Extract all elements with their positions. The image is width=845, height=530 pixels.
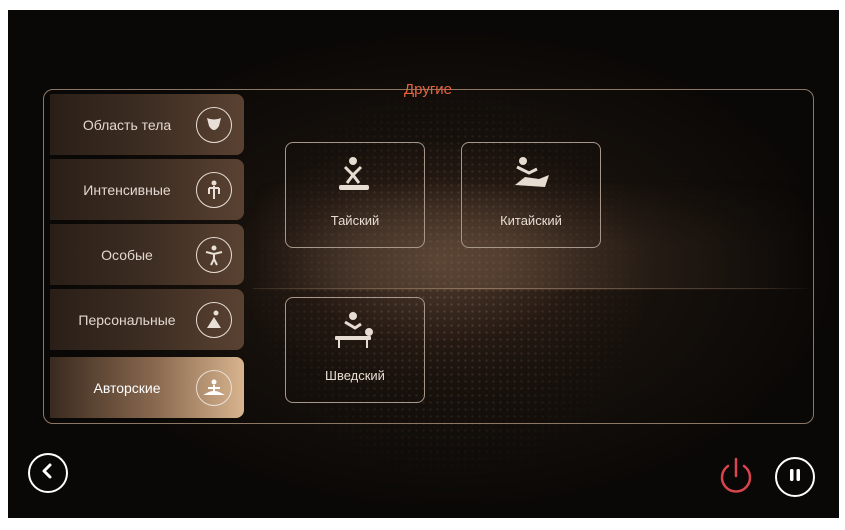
tab-label: Авторские <box>93 379 161 396</box>
program-label: Шведский <box>325 368 385 383</box>
tab-label: Персональные <box>78 311 176 328</box>
tab-authors[interactable]: Авторские <box>50 357 244 418</box>
program-tile-swedish[interactable]: Шведский <box>285 297 425 403</box>
tab-special[interactable]: Особые <box>50 224 244 285</box>
chevron-left-icon <box>39 462 57 485</box>
program-tile-thai[interactable]: Тайский <box>285 142 425 248</box>
tab-body-area[interactable]: Область тела <box>50 94 244 155</box>
thai-massage-icon <box>335 155 375 196</box>
program-label: Тайский <box>330 213 380 228</box>
power-icon <box>714 454 758 503</box>
tab-label: Интенсивные <box>83 181 171 198</box>
swedish-massage-icon <box>331 310 379 353</box>
tab-label: Особые <box>101 246 153 263</box>
pause-icon <box>787 467 803 488</box>
tab-personal[interactable]: Персональные <box>50 289 244 350</box>
human-figure-icon <box>196 171 232 208</box>
program-label: Китайский <box>500 213 562 228</box>
meditation-icon <box>196 369 232 406</box>
pause-button[interactable] <box>775 457 815 497</box>
page-title: Другие <box>403 81 453 98</box>
power-button[interactable] <box>714 456 758 500</box>
screen: Другие Область тела Интенсивные Особые П… <box>8 10 839 518</box>
body-area-icon <box>196 106 232 143</box>
yoga-pose-icon <box>196 301 232 338</box>
tab-label: Область тела <box>82 116 172 133</box>
tab-intensive[interactable]: Интенсивные <box>50 159 244 220</box>
chinese-massage-icon <box>509 155 553 196</box>
stretch-figure-icon <box>196 236 232 273</box>
program-tile-chinese[interactable]: Китайский <box>461 142 601 248</box>
back-button[interactable] <box>28 453 68 493</box>
